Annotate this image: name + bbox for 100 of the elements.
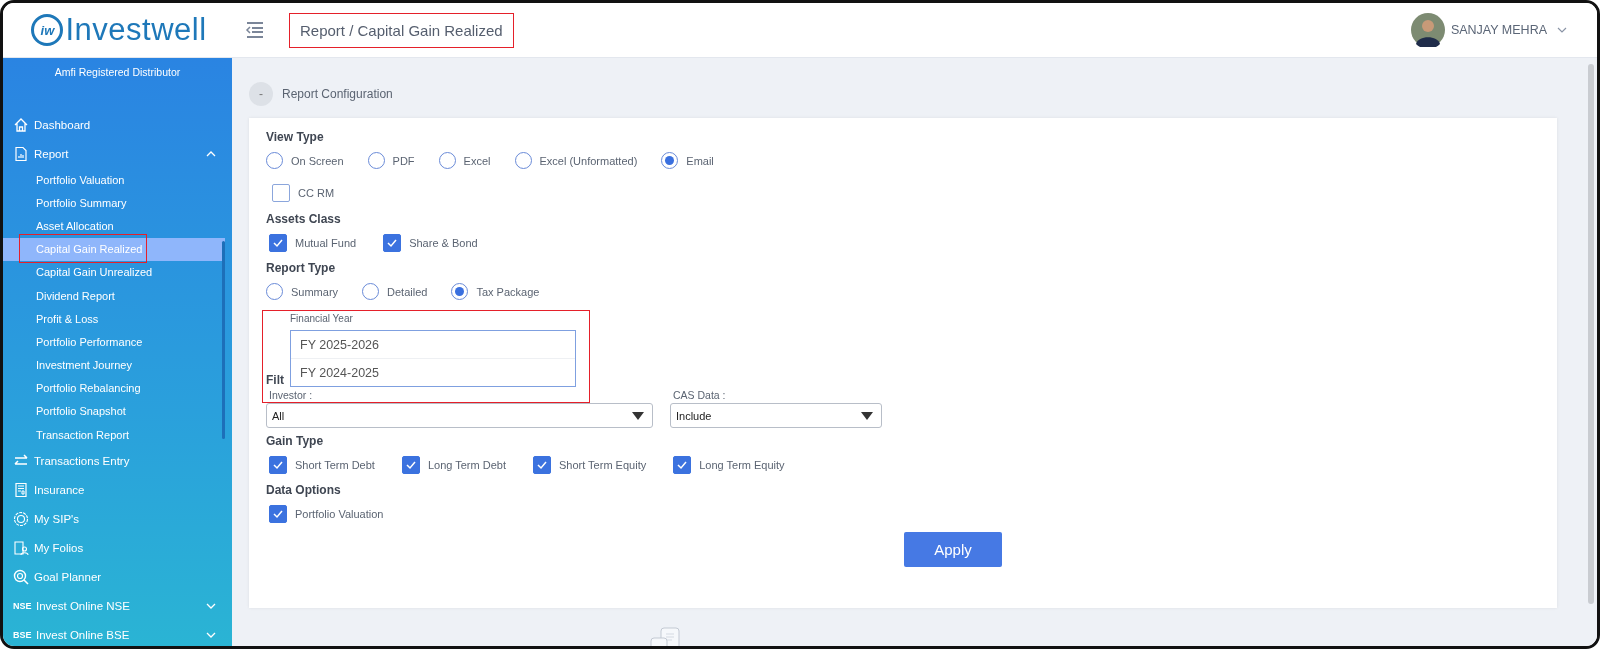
radio-option[interactable]: Detailed bbox=[362, 283, 428, 300]
field-label: CAS Data : bbox=[672, 389, 727, 403]
option-label: On Screen bbox=[291, 154, 344, 167]
sidebar-subitem-label: Capital Gain Unrealized bbox=[36, 266, 153, 279]
sidebar-subitem[interactable]: Dividend Report bbox=[3, 283, 225, 308]
checkbox[interactable] bbox=[269, 233, 287, 252]
sidebar-subitem[interactable]: Portfolio Rebalancing bbox=[3, 376, 225, 400]
checkbox[interactable] bbox=[272, 183, 290, 202]
checkbox-option[interactable]: Portfolio Valuation bbox=[266, 504, 384, 523]
checkbox-option[interactable]: Short Term Equity bbox=[529, 455, 647, 474]
checkbox-option[interactable]: Long Term Debt bbox=[398, 455, 506, 474]
radio-option[interactable]: Tax Package bbox=[451, 283, 540, 300]
dropdown-option[interactable]: FY 2025-2026 bbox=[291, 331, 575, 358]
radio-option[interactable]: PDF bbox=[367, 152, 415, 169]
option-label: Tax Package bbox=[476, 285, 540, 298]
sidebar-item[interactable]: Transactions Entry bbox=[3, 446, 232, 476]
radio-option[interactable]: On Screen bbox=[266, 152, 344, 169]
exchange-label: BSE bbox=[13, 629, 31, 640]
option-label: PDF bbox=[392, 154, 415, 167]
option-label: Long Term Debt bbox=[427, 458, 506, 471]
target-icon bbox=[13, 568, 29, 585]
sidebar-item[interactable]: NSE Invest Online NSE bbox=[3, 591, 232, 621]
sidebar-subitem[interactable]: Profit & Loss bbox=[3, 307, 225, 331]
sidebar-subitem-label: Transaction Report bbox=[36, 428, 130, 441]
dropdown-option[interactable]: FY 2024-2025 bbox=[291, 358, 575, 386]
sidebar-subitem[interactable]: Investment Journey bbox=[3, 353, 225, 377]
cas-data-select[interactable]: Include bbox=[670, 403, 882, 428]
sidebar-subitem[interactable]: Asset Allocation bbox=[3, 214, 225, 238]
sidebar-subtitle: Amfi Registered Distributor bbox=[53, 65, 182, 80]
field-label: Investor : bbox=[268, 389, 314, 403]
section-title: Report Configuration bbox=[282, 87, 393, 101]
collapse-button[interactable]: - bbox=[249, 82, 273, 106]
checkbox[interactable] bbox=[269, 455, 287, 474]
user-name[interactable]: SANJAY MEHRA bbox=[1450, 23, 1547, 37]
sidebar-subitem-label: Portfolio Summary bbox=[36, 196, 127, 209]
option-label: CC RM bbox=[298, 186, 335, 199]
sidebar-item[interactable]: Report bbox=[3, 139, 232, 168]
sidebar-item[interactable]: Goal Planner bbox=[3, 562, 232, 592]
sidebar-subitem-label: Portfolio Snapshot bbox=[36, 405, 126, 418]
checkbox-option[interactable]: Share & Bond bbox=[380, 233, 478, 252]
chevron-up-icon[interactable] bbox=[206, 150, 216, 157]
sidebar-subitem-label: Asset Allocation bbox=[36, 219, 114, 232]
option-label: Email bbox=[686, 154, 714, 167]
radio-option[interactable]: Email bbox=[661, 152, 714, 169]
sidebar-subitem-label: Dividend Report bbox=[36, 289, 115, 302]
checkbox[interactable] bbox=[401, 455, 420, 474]
sidebar-subitem-label: Portfolio Performance bbox=[36, 335, 143, 348]
sidebar-subitem[interactable]: Portfolio Summary bbox=[3, 191, 225, 215]
report-icon bbox=[13, 145, 29, 162]
option-label: Short Term Debt bbox=[295, 458, 375, 471]
avatar[interactable] bbox=[1410, 13, 1445, 47]
chevron-down-icon[interactable] bbox=[1557, 27, 1567, 33]
sidebar-subitem[interactable]: Capital Gain Unrealized bbox=[3, 260, 225, 284]
option-label: Excel (Unformatted) bbox=[539, 154, 638, 167]
scrollbar[interactable] bbox=[1588, 64, 1594, 604]
checkbox[interactable] bbox=[532, 455, 551, 474]
option-label: Mutual Fund bbox=[295, 236, 357, 249]
checkbox-option[interactable]: CC RM bbox=[269, 183, 335, 202]
group-label: Filt bbox=[266, 373, 285, 389]
option-label: Excel bbox=[463, 154, 491, 167]
folio-icon bbox=[13, 539, 29, 556]
sidebar-subitem[interactable]: Transaction Report bbox=[3, 423, 225, 447]
sidebar-item[interactable]: Dashboard bbox=[3, 110, 232, 139]
investor-select[interactable]: All bbox=[266, 403, 653, 428]
sidebar-subitem[interactable]: Portfolio Performance bbox=[3, 330, 225, 354]
group-label: Report Type bbox=[266, 261, 337, 277]
sidebar-item[interactable]: BSE Invest Online BSE bbox=[3, 620, 232, 646]
coin-icon bbox=[13, 510, 29, 527]
group-label: View Type bbox=[266, 130, 325, 146]
sidebar-subitem-label: Investment Journey bbox=[36, 359, 132, 372]
apply-button[interactable]: Apply bbox=[904, 532, 1002, 567]
group-label: Assets Class bbox=[266, 212, 342, 228]
radio-option[interactable]: Summary bbox=[266, 283, 339, 300]
option-label: Share & Bond bbox=[409, 236, 478, 249]
checkbox[interactable] bbox=[673, 455, 692, 474]
sidebar-item[interactable]: Insurance bbox=[3, 475, 232, 505]
sidebar-item[interactable]: My Folios bbox=[3, 533, 232, 563]
checkbox-option[interactable]: Long Term Equity bbox=[670, 455, 785, 474]
checkbox-option[interactable]: Short Term Debt bbox=[266, 455, 375, 474]
radio-option[interactable]: Excel (Unformatted) bbox=[514, 152, 638, 169]
radio-option[interactable]: Excel bbox=[438, 152, 491, 169]
group-label: Gain Type bbox=[266, 434, 325, 450]
checkbox[interactable] bbox=[383, 233, 402, 252]
option-label: Detailed bbox=[387, 285, 428, 298]
dropdown-arrow-icon bbox=[861, 411, 873, 420]
logo-text: Investwell bbox=[65, 12, 207, 48]
document-icon bbox=[13, 481, 29, 498]
checkbox[interactable] bbox=[269, 504, 287, 523]
sidebar-subitem[interactable]: Portfolio Valuation bbox=[3, 168, 225, 192]
menu-icon[interactable] bbox=[245, 21, 265, 39]
sidebar-subitem-label: Profit & Loss bbox=[36, 312, 99, 325]
sidebar-subitem-label: Portfolio Rebalancing bbox=[36, 382, 141, 395]
sidebar-subitem[interactable]: Portfolio Snapshot bbox=[3, 399, 225, 424]
dropdown-arrow-icon bbox=[632, 411, 644, 420]
option-label: Summary bbox=[291, 285, 339, 298]
sidebar-item[interactable]: My SIP's bbox=[3, 504, 232, 534]
checkbox-option[interactable]: Mutual Fund bbox=[266, 233, 357, 252]
logo-mark: iw bbox=[31, 14, 64, 46]
scrollbar[interactable] bbox=[222, 241, 225, 439]
breadcrumb: Report / Capital Gain Realized bbox=[289, 12, 514, 48]
